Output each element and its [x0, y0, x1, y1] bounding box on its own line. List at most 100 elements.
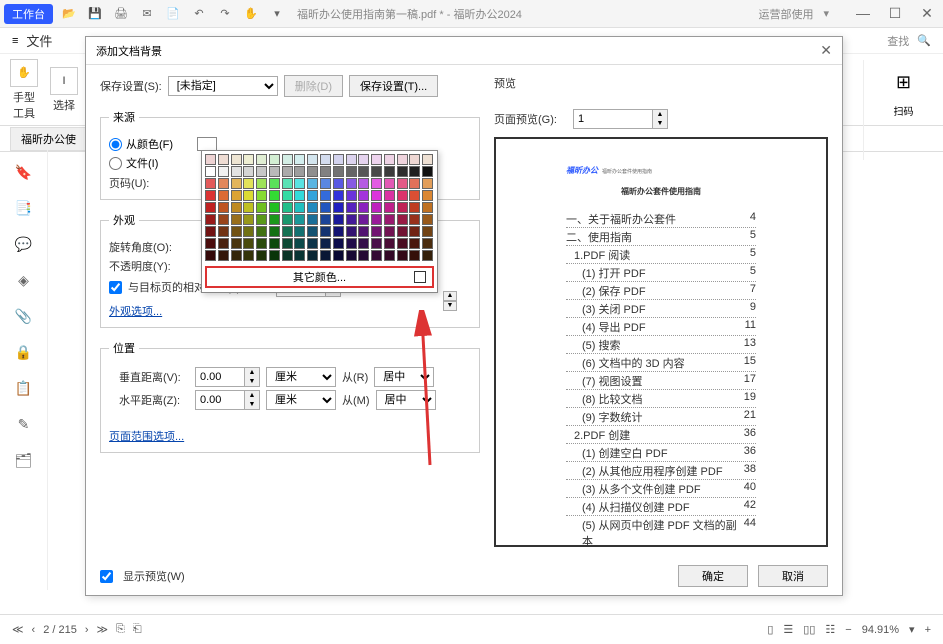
color-swatch[interactable] — [282, 250, 293, 261]
print-icon[interactable]: 🖨 — [113, 6, 129, 22]
color-swatch[interactable] — [307, 250, 318, 261]
email-icon[interactable]: ✉ — [139, 6, 155, 22]
color-swatch[interactable] — [333, 250, 344, 261]
color-swatch[interactable] — [358, 202, 369, 213]
prev-page-icon[interactable]: ‹ — [32, 624, 36, 636]
color-swatch[interactable] — [384, 190, 395, 201]
color-swatch[interactable] — [409, 214, 420, 225]
color-swatch[interactable] — [397, 226, 408, 237]
spin-up-icon[interactable]: ▲ — [245, 368, 259, 377]
save-settings-select[interactable]: [未指定] — [168, 76, 278, 96]
color-swatch[interactable] — [371, 154, 382, 165]
color-swatch[interactable] — [346, 166, 357, 177]
color-swatch[interactable] — [269, 178, 280, 189]
page-num-input[interactable] — [573, 109, 653, 129]
color-swatch[interactable] — [422, 178, 433, 189]
color-swatch[interactable] — [256, 238, 267, 249]
vdist-input[interactable] — [195, 367, 245, 387]
color-swatch[interactable] — [282, 226, 293, 237]
color-swatch[interactable] — [422, 190, 433, 201]
color-swatch[interactable] — [320, 226, 331, 237]
color-swatch[interactable] — [256, 166, 267, 177]
vdist-unit-select[interactable]: 厘米 — [266, 367, 336, 387]
color-swatch[interactable] — [384, 238, 395, 249]
hand-tool[interactable]: ✋ 手型 工具 — [10, 59, 38, 121]
color-swatch[interactable] — [320, 178, 331, 189]
zoom-in-icon[interactable]: + — [925, 624, 931, 636]
color-swatch[interactable] — [384, 214, 395, 225]
ok-button[interactable]: 确定 — [678, 565, 748, 587]
form-icon[interactable]: 📋 — [14, 378, 34, 398]
color-swatch[interactable] — [384, 154, 395, 165]
color-swatch[interactable] — [397, 166, 408, 177]
color-swatch[interactable] — [333, 178, 344, 189]
color-swatch[interactable] — [243, 154, 254, 165]
app-logo[interactable]: 工作台 — [4, 4, 53, 24]
color-swatch[interactable] — [384, 250, 395, 261]
color-swatch[interactable] — [256, 250, 267, 261]
color-swatch[interactable] — [346, 190, 357, 201]
show-preview-checkbox[interactable] — [100, 570, 113, 583]
color-swatch[interactable] — [294, 238, 305, 249]
color-swatch[interactable] — [231, 238, 242, 249]
rel-scale-checkbox[interactable] — [109, 281, 122, 294]
zoom-level[interactable]: 94.91% — [862, 624, 899, 636]
color-swatch[interactable] — [231, 250, 242, 261]
last-page-icon[interactable]: ≫ — [97, 623, 109, 636]
color-swatch[interactable] — [333, 226, 344, 237]
undo-icon[interactable]: ↶ — [191, 6, 207, 22]
color-swatch[interactable] — [384, 202, 395, 213]
color-swatch[interactable] — [307, 238, 318, 249]
color-swatch[interactable] — [205, 214, 216, 225]
qr-icon[interactable]: ⊞ — [896, 72, 911, 93]
color-swatch[interactable] — [371, 166, 382, 177]
color-swatch[interactable] — [333, 166, 344, 177]
color-swatch[interactable] — [282, 214, 293, 225]
color-swatch[interactable] — [269, 190, 280, 201]
color-swatch[interactable] — [397, 238, 408, 249]
color-swatch[interactable] — [243, 214, 254, 225]
color-swatch[interactable] — [282, 154, 293, 165]
search-icon[interactable]: 🔍 — [917, 34, 931, 47]
color-swatch[interactable] — [294, 190, 305, 201]
save-settings-button[interactable]: 保存设置(T)... — [349, 75, 438, 97]
color-swatch[interactable] — [205, 226, 216, 237]
color-swatch[interactable] — [231, 214, 242, 225]
color-swatch[interactable] — [333, 214, 344, 225]
bookmark-icon[interactable]: 🔖 — [14, 162, 34, 182]
color-swatch[interactable] — [358, 154, 369, 165]
hdist-unit-select[interactable]: 厘米 — [266, 390, 336, 410]
color-swatch[interactable] — [422, 166, 433, 177]
color-swatch[interactable] — [256, 202, 267, 213]
color-swatch[interactable] — [333, 202, 344, 213]
close-icon[interactable]: ✕ — [915, 5, 939, 22]
color-swatch[interactable] — [409, 190, 420, 201]
color-swatch[interactable] — [218, 214, 229, 225]
color-swatch[interactable] — [205, 250, 216, 261]
color-swatch[interactable] — [422, 238, 433, 249]
color-swatch[interactable] — [371, 214, 382, 225]
color-swatch[interactable] — [320, 214, 331, 225]
spin-down-icon[interactable]: ▼ — [443, 301, 457, 311]
color-swatch[interactable] — [397, 250, 408, 261]
color-swatch[interactable] — [231, 226, 242, 237]
view-cont-icon[interactable]: ☰ — [783, 623, 793, 636]
color-swatch[interactable] — [205, 202, 216, 213]
from-color-radio[interactable] — [109, 138, 122, 151]
color-swatch[interactable] — [218, 154, 229, 165]
color-swatch[interactable] — [346, 214, 357, 225]
color-swatch[interactable] — [346, 226, 357, 237]
color-swatch[interactable] — [320, 238, 331, 249]
color-swatch[interactable] — [409, 166, 420, 177]
color-swatch[interactable] — [371, 190, 382, 201]
color-swatch[interactable] — [422, 202, 433, 213]
color-swatch[interactable] — [218, 202, 229, 213]
color-swatch[interactable] — [294, 178, 305, 189]
color-swatch[interactable] — [294, 154, 305, 165]
color-swatch[interactable] — [346, 154, 357, 165]
color-swatch[interactable] — [397, 154, 408, 165]
color-swatch[interactable] — [256, 226, 267, 237]
bookmark-nav2-icon[interactable]: ⎗ — [133, 623, 142, 636]
color-swatch[interactable] — [282, 178, 293, 189]
portfolio-icon[interactable]: 🗂 — [14, 450, 34, 470]
